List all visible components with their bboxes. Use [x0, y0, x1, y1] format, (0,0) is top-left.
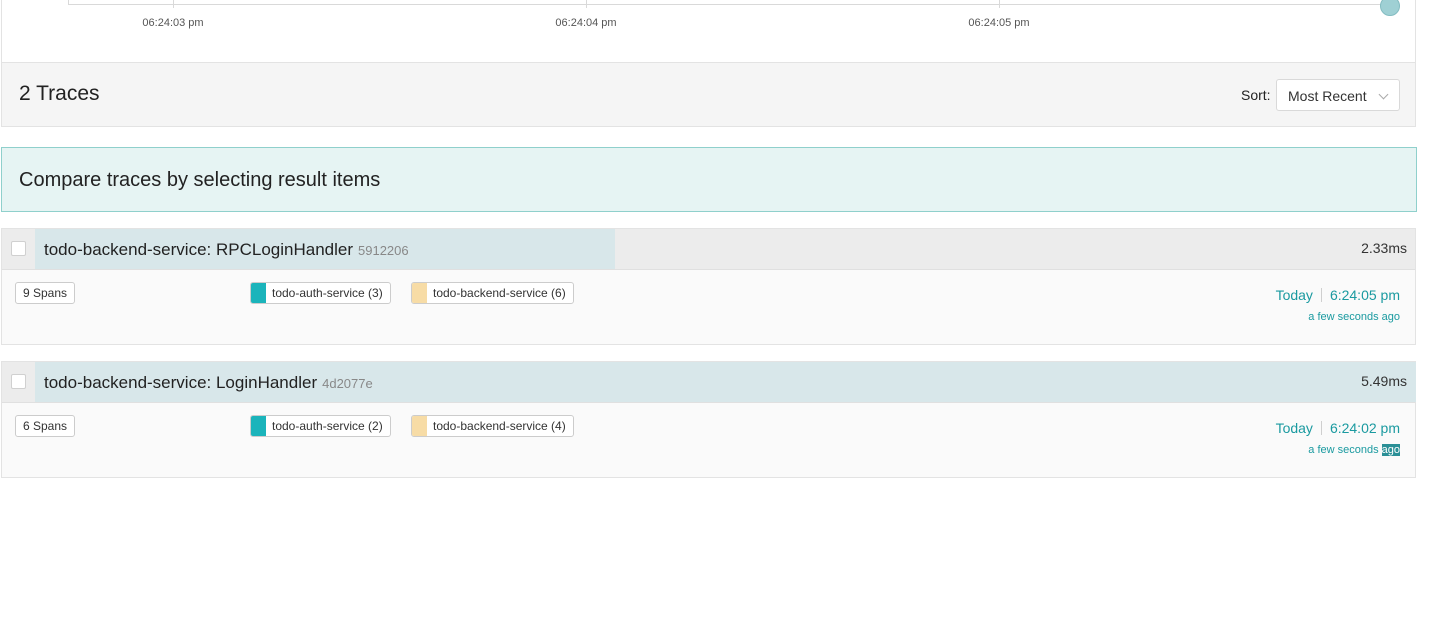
trace-name-link[interactable]: todo-backend-service: RPCLoginHandler 591…	[44, 240, 409, 260]
trace-id: 5912206	[358, 243, 409, 258]
compare-banner-text: Compare traces by selecting result items	[19, 169, 381, 191]
service-color-swatch	[412, 283, 427, 303]
service-tag: todo-auth-service (3)	[250, 282, 391, 304]
relative-time-text: a few seconds	[1308, 444, 1382, 456]
service-tag: todo-backend-service (4)	[411, 415, 574, 437]
trace-day: Today	[1275, 287, 1313, 303]
trace-relative-time: a few seconds ago	[1308, 444, 1400, 456]
trace-count: 2 Traces	[19, 82, 100, 105]
sort-select[interactable]: Most Recent	[1276, 79, 1400, 111]
trace-title-bar[interactable]: todo-backend-service: LoginHandler 4d2077…	[2, 362, 1416, 403]
timeline-tick-label: 06:24:03 pm	[142, 17, 204, 29]
service-tag-label: todo-auth-service (2)	[272, 419, 383, 433]
service-color-swatch	[251, 283, 266, 303]
trace-select-checkbox[interactable]	[11, 374, 26, 389]
sort-label: Sort:	[1241, 87, 1271, 103]
service-color-swatch	[251, 416, 266, 436]
service-tag-label: todo-backend-service (4)	[433, 419, 566, 433]
trace-duration: 5.49ms	[1361, 373, 1407, 389]
sort-selected-value: Most Recent	[1288, 88, 1367, 104]
service-tag-label: todo-backend-service (6)	[433, 286, 566, 300]
trace-result-item[interactable]: todo-backend-service: LoginHandler 4d2077…	[1, 361, 1416, 478]
trace-start-time: Today 6:24:02 pm	[1276, 420, 1400, 436]
service-tag: todo-backend-service (6)	[411, 282, 574, 304]
timeline-tick	[586, 0, 587, 8]
span-count-tag: 9 Spans	[15, 282, 76, 304]
trace-id: 4d2077e	[322, 376, 373, 391]
service-tag: todo-auth-service (2)	[250, 415, 391, 437]
trace-start-time: Today 6:24:05 pm	[1276, 287, 1400, 303]
timeline-tick-label: 06:24:04 pm	[555, 17, 617, 29]
timeline-tick	[173, 0, 174, 8]
service-tag-label: todo-auth-service (3)	[272, 286, 383, 300]
trace-result-item[interactable]: todo-backend-service: RPCLoginHandler 591…	[1, 228, 1416, 345]
trace-scatter-point[interactable]	[1380, 0, 1400, 16]
trace-name: todo-backend-service: RPCLoginHandler	[44, 240, 353, 259]
trace-name: todo-backend-service: LoginHandler	[44, 373, 318, 392]
selected-text-highlight: ago	[1381, 444, 1400, 456]
trace-relative-time: a few seconds ago	[1308, 311, 1400, 323]
trace-title-bar[interactable]: todo-backend-service: RPCLoginHandler 591…	[2, 229, 1415, 270]
separator	[1320, 288, 1322, 302]
chevron-down-icon	[1378, 89, 1389, 100]
compare-banner: Compare traces by selecting result items	[1, 147, 1417, 212]
timeline-tick-label: 06:24:05 pm	[968, 17, 1030, 29]
results-header: 2 Traces Sort: Most Recent	[1, 62, 1416, 127]
trace-select-checkbox[interactable]	[11, 241, 26, 256]
trace-name-link[interactable]: todo-backend-service: LoginHandler 4d2077…	[44, 373, 373, 393]
trace-time: 6:24:05 pm	[1329, 287, 1400, 303]
trace-duration: 2.33ms	[1361, 240, 1407, 256]
trace-time: 6:24:02 pm	[1329, 420, 1400, 436]
service-color-swatch	[412, 416, 427, 436]
span-count-tag: 6 Spans	[15, 415, 76, 437]
separator	[1320, 421, 1322, 435]
timeline-tick	[999, 0, 1000, 8]
trace-timeline-chart: 06:24:03 pm 06:24:04 pm 06:24:05 pm	[1, 0, 1416, 62]
timeline-axis-line	[68, 4, 1390, 5]
trace-day: Today	[1275, 420, 1313, 436]
